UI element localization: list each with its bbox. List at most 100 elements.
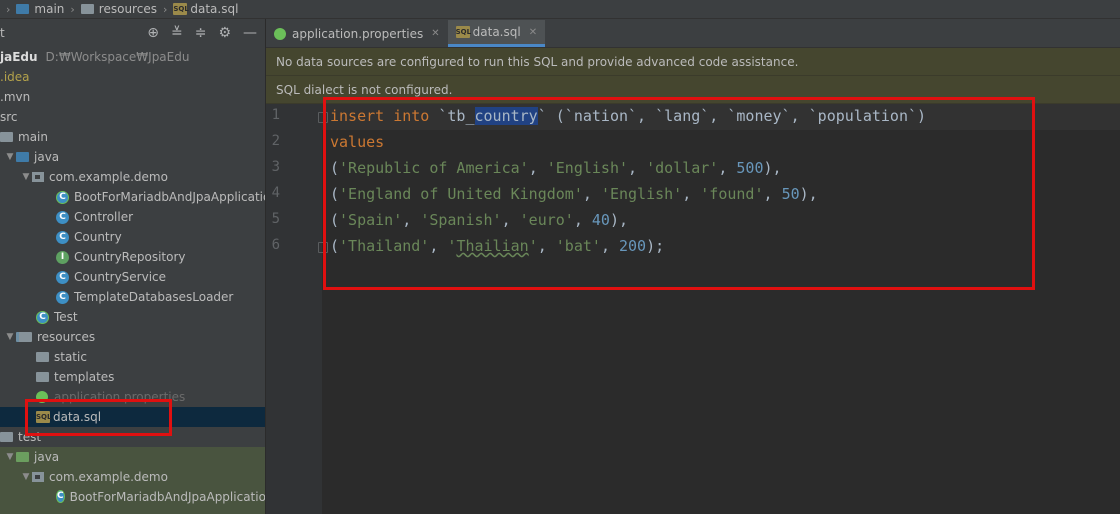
tree-item-test-class[interactable]: C Test bbox=[0, 307, 265, 327]
tree-item-resources[interactable]: ▼ resources bbox=[0, 327, 265, 347]
chevron-down-icon[interactable]: ▼ bbox=[4, 332, 16, 342]
class-icon: C bbox=[56, 290, 69, 304]
tree-item-country[interactable]: C Country bbox=[0, 227, 265, 247]
line-number: 1 bbox=[271, 107, 280, 123]
tree-item-label: TemplateDatabasesLoader bbox=[74, 290, 234, 304]
tree-item-idea[interactable]: .idea bbox=[0, 67, 265, 87]
spring-class-icon: C bbox=[36, 310, 49, 324]
tree-item-label: .idea bbox=[0, 70, 30, 84]
tree-item-templates[interactable]: templates bbox=[0, 367, 265, 387]
expand-all-icon[interactable]: ≚ bbox=[171, 25, 183, 41]
folder-icon bbox=[0, 432, 13, 442]
tree-item-label: resources bbox=[37, 330, 96, 344]
tab-label: application.properties bbox=[292, 26, 424, 41]
chevron-down-icon[interactable]: ▼ bbox=[4, 152, 16, 162]
tree-item-java[interactable]: ▼ java bbox=[0, 147, 265, 167]
sql-file-icon: SQL bbox=[173, 3, 189, 15]
package-icon bbox=[32, 472, 44, 482]
folder-icon bbox=[0, 132, 13, 142]
package-icon bbox=[32, 172, 44, 182]
tree-item-test-java[interactable]: ▼ java bbox=[0, 447, 265, 467]
tree-item-label: main bbox=[18, 130, 48, 144]
spring-class-icon: C bbox=[56, 190, 69, 204]
editor-pane: application.properties ✕ SQL data.sql ✕ … bbox=[266, 19, 1120, 514]
project-view-selector[interactable]: t bbox=[0, 26, 5, 40]
tab-data-sql[interactable]: SQL data.sql ✕ bbox=[447, 20, 546, 47]
breadcrumb-item-main[interactable]: main bbox=[16, 2, 64, 16]
chevron-down-icon[interactable]: ▼ bbox=[20, 172, 32, 182]
project-path: D:₩Workspace₩JpaEdu bbox=[45, 50, 190, 64]
tree-item-label: templates bbox=[54, 370, 115, 384]
project-tool-window: t ⊕ ≚ ≑ ⚙ — jaEdu D:₩Workspace₩JpaEdu .i… bbox=[0, 19, 266, 514]
tree-item-label: CountryService bbox=[74, 270, 167, 284]
project-header: t ⊕ ≚ ≑ ⚙ — bbox=[0, 19, 265, 47]
collapse-all-icon[interactable]: ≑ bbox=[195, 25, 207, 41]
tree-item-template-loader[interactable]: C TemplateDatabasesLoader bbox=[0, 287, 265, 307]
code-editor[interactable]: 1 2 3 4 5 6 insert into `tb_country` (`n… bbox=[266, 97, 1120, 514]
line-number: 6 bbox=[271, 237, 280, 253]
test-folder-icon bbox=[16, 452, 29, 462]
tree-item-static[interactable]: static bbox=[0, 347, 265, 367]
gear-icon[interactable]: ⚙ bbox=[218, 25, 231, 41]
tab-label: data.sql bbox=[472, 25, 521, 39]
line-number: 3 bbox=[271, 159, 280, 175]
tree-item-application-class[interactable]: C BootForMariadbAndJpaApplication bbox=[0, 187, 266, 207]
breadcrumb-label: resources bbox=[98, 2, 157, 16]
annotation-highlight-box bbox=[25, 399, 172, 436]
tree-item-controller[interactable]: C Controller bbox=[0, 207, 265, 227]
tree-item-country-repository[interactable]: I CountryRepository bbox=[0, 247, 265, 267]
class-icon: C bbox=[56, 210, 69, 224]
project-name: jaEdu bbox=[0, 50, 38, 64]
annotation-highlight-box bbox=[323, 97, 1035, 290]
breadcrumb-label: data.sql bbox=[190, 2, 239, 16]
folder-icon bbox=[16, 152, 29, 162]
sql-file-icon: SQL bbox=[455, 26, 472, 38]
tree-item-src[interactable]: src bbox=[0, 107, 265, 127]
line-number: 5 bbox=[271, 211, 280, 227]
minimize-icon[interactable]: — bbox=[243, 25, 257, 41]
breadcrumb: › main › resources › SQL data.sql bbox=[0, 0, 1120, 19]
tree-item-label: java bbox=[34, 150, 60, 164]
chevron-down-icon[interactable]: ▼ bbox=[20, 472, 32, 482]
tree-item-country-service[interactable]: C CountryService bbox=[0, 267, 265, 287]
folder-icon bbox=[80, 4, 94, 14]
line-number: 2 bbox=[271, 133, 280, 149]
banner-text: No data sources are configured to run th… bbox=[276, 54, 799, 69]
datasource-warning-banner[interactable]: No data sources are configured to run th… bbox=[266, 48, 1120, 76]
breadcrumb-label: main bbox=[34, 2, 65, 16]
tree-item-main[interactable]: main bbox=[0, 127, 265, 147]
tree-item-mvn[interactable]: .mvn bbox=[0, 87, 265, 107]
target-icon[interactable]: ⊕ bbox=[147, 25, 159, 41]
line-number: 4 bbox=[271, 185, 280, 201]
tree-item-label: static bbox=[54, 350, 87, 364]
chevron-down-icon[interactable]: ▼ bbox=[4, 452, 16, 462]
tree-item-package[interactable]: ▼ com.example.demo bbox=[0, 167, 265, 187]
tree-item-label: com.example.demo bbox=[49, 170, 168, 184]
tree-item-test-package[interactable]: ▼ com.example.demo bbox=[0, 467, 265, 487]
banner-text: SQL dialect is not configured. bbox=[276, 82, 453, 97]
tree-item-label: com.example.demo bbox=[49, 470, 168, 484]
folder-icon bbox=[16, 4, 30, 14]
close-icon[interactable]: ✕ bbox=[529, 27, 537, 38]
tree-item-test-application[interactable]: C BootForMariadbAndJpaApplicationT bbox=[0, 487, 265, 514]
interface-icon: I bbox=[56, 250, 69, 264]
tree-item-label: java bbox=[34, 450, 60, 464]
tree-item-project-root[interactable]: jaEdu D:₩Workspace₩JpaEdu bbox=[0, 47, 265, 67]
tree-item-label: BootForMariadbAndJpaApplication bbox=[74, 190, 266, 204]
class-icon: C bbox=[56, 230, 69, 244]
close-icon[interactable]: ✕ bbox=[431, 28, 439, 39]
tab-application-properties[interactable]: application.properties ✕ bbox=[266, 20, 448, 47]
spring-leaf-icon bbox=[274, 27, 286, 40]
tree-item-label: Controller bbox=[74, 210, 134, 224]
breadcrumb-item-resources[interactable]: resources bbox=[80, 2, 157, 16]
project-toolbar: ⊕ ≚ ≑ ⚙ — bbox=[147, 25, 257, 41]
chevron-right-icon: › bbox=[70, 2, 75, 16]
tree-item-label: .mvn bbox=[0, 90, 31, 104]
breadcrumb-item-file[interactable]: SQL data.sql bbox=[173, 2, 238, 16]
tree-item-label: Country bbox=[74, 230, 122, 244]
tree-item-label: src bbox=[0, 110, 18, 124]
folder-icon bbox=[36, 372, 49, 382]
tree-item-label: BootForMariadbAndJpaApplicationT bbox=[69, 490, 266, 504]
tree-item-label: CountryRepository bbox=[74, 250, 186, 264]
spring-class-icon: C bbox=[56, 490, 65, 503]
